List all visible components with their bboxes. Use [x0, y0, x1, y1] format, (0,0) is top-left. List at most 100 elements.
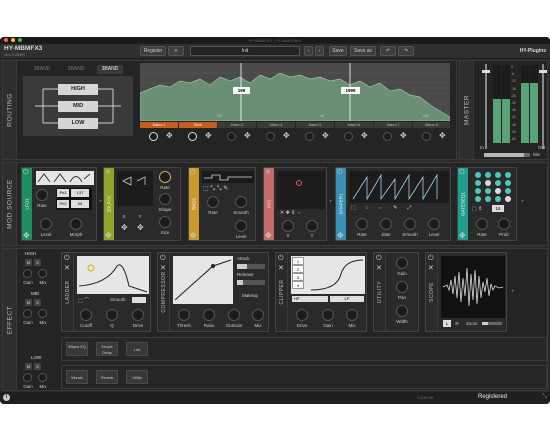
utility-pan-knob[interactable]: [396, 281, 408, 293]
shaper1-tools-icons[interactable]: ⬚↕⇔✎⤢: [351, 205, 421, 211]
macro-tab-2[interactable]: Drive: [179, 122, 217, 128]
gateseq1-grid[interactable]: [472, 171, 514, 203]
macro-knob-4[interactable]: [266, 132, 275, 141]
compressor-outgain-knob[interactable]: [228, 309, 240, 321]
gateseq1-tools-icons[interactable]: ⬚ ⇕: [472, 206, 482, 212]
high-gain-knob[interactable]: [23, 269, 32, 278]
macro-1-drag-icon[interactable]: ✥: [166, 132, 173, 140]
ladder-power-icon[interactable]: ⏻: [64, 255, 72, 263]
lfo1-ph2-value[interactable]: 55: [71, 200, 89, 208]
rnd1-power-icon[interactable]: ⏻: [190, 169, 198, 177]
clipper-drive-knob[interactable]: [296, 309, 308, 321]
gateseq1-drag-icon[interactable]: ✥: [459, 232, 466, 240]
register-button[interactable]: Register: [140, 46, 166, 56]
macro-6-drag-icon[interactable]: ✥: [361, 132, 368, 140]
xy1-pad[interactable]: [277, 171, 325, 209]
mid-mute-button[interactable]: M: [25, 299, 32, 306]
menu-button[interactable]: ≡: [168, 46, 184, 56]
clipper-gain-knob[interactable]: [322, 309, 334, 321]
low-chip-utility[interactable]: Utility: [126, 370, 148, 384]
scope-right-button[interactable]: R: [453, 320, 461, 327]
save-as-button[interactable]: Save as: [350, 46, 376, 56]
save-button[interactable]: Save: [329, 46, 347, 56]
utility-gain-knob[interactable]: [396, 257, 408, 269]
scope-zoom-slider[interactable]: [482, 322, 502, 325]
tab-3band[interactable]: 3BAND: [97, 65, 123, 74]
ladder-cutoff-knob[interactable]: [80, 309, 92, 321]
lfo1-power-icon[interactable]: ⏻: [23, 169, 31, 177]
compressor-curve-display[interactable]: [173, 256, 233, 304]
2dlfo1-drag-icon[interactable]: ✥: [105, 232, 112, 240]
ladder-close-icon[interactable]: ✕: [64, 265, 72, 273]
rnd1-mode-icons[interactable]: ⬚ ⤡ ⤡ ✎: [203, 185, 228, 193]
macro-knob-6[interactable]: [344, 132, 353, 141]
crossover-low-freq[interactable]: 199: [233, 87, 250, 94]
mid-gain-knob[interactable]: [23, 309, 32, 318]
compressor-thresh-knob[interactable]: [178, 309, 190, 321]
undo-button[interactable]: ↶: [380, 46, 396, 56]
input-fader-track[interactable]: [485, 64, 487, 149]
macro-tab-7[interactable]: Macro 7: [374, 122, 412, 128]
macro-knob-5[interactable]: [305, 132, 314, 141]
lfo1-rate-knob[interactable]: [36, 189, 48, 201]
gateseq1-rate-knob[interactable]: [476, 218, 488, 230]
macro-knob-7[interactable]: [383, 132, 392, 141]
add-mod-plus-icon-2[interactable]: +: [329, 199, 333, 205]
compressor-mix-knob[interactable]: [252, 309, 264, 321]
macro-2-drag-icon[interactable]: ✥: [205, 132, 212, 140]
lfo1-drag-icon[interactable]: ✥: [23, 232, 30, 240]
xy1-close-icon[interactable]: ✕: [265, 169, 273, 177]
2dlfo1-size-knob[interactable]: [159, 216, 171, 228]
xy1-point-icon[interactable]: [296, 180, 302, 186]
mix-slider[interactable]: [484, 153, 530, 157]
rnd1-smooth-knob[interactable]: [235, 196, 247, 208]
macro-5-drag-icon[interactable]: ✥: [322, 132, 329, 140]
low-solo-button[interactable]: S: [34, 363, 41, 370]
next-preset-button[interactable]: ›: [315, 46, 324, 56]
high-mute-button[interactable]: M: [25, 259, 32, 266]
low-mute-button[interactable]: M: [25, 363, 32, 370]
lfo1-ph1-value[interactable]: 137: [71, 189, 89, 197]
shaper1-jitter-knob[interactable]: [380, 218, 392, 230]
macro-3-drag-icon[interactable]: ✥: [244, 132, 251, 140]
prev-preset-button[interactable]: ‹: [304, 46, 313, 56]
macro-7-drag-icon[interactable]: ✥: [400, 132, 407, 140]
shaper1-display[interactable]: [349, 171, 449, 203]
2dlfo1-rate-knob[interactable]: [159, 171, 171, 183]
resize-handle-icon[interactable]: ⤡: [542, 394, 547, 401]
clipper-lp-field[interactable]: LP: [330, 296, 364, 302]
lfo1-level-knob[interactable]: [40, 218, 52, 230]
utility-power-icon[interactable]: ⏻: [376, 255, 384, 263]
mid-chip-loa[interactable]: LoA: [126, 342, 148, 356]
band-high-button[interactable]: HIGH: [58, 84, 98, 95]
gateseq1-steps[interactable]: 16: [492, 205, 504, 212]
low-chip-reverb[interactable]: Reverb: [96, 370, 118, 384]
mid-mix-knob[interactable]: [38, 309, 47, 318]
compressor-ratio-knob[interactable]: [203, 309, 215, 321]
utility-close-icon[interactable]: ✕: [376, 265, 384, 273]
macro-4-drag-icon[interactable]: ✥: [283, 132, 290, 140]
shaper1-level-knob[interactable]: [428, 218, 440, 230]
ladder-filter-display[interactable]: [77, 256, 149, 294]
macro-knob-8[interactable]: [422, 132, 431, 141]
high-solo-button[interactable]: S: [34, 259, 41, 266]
clipper-mix-knob[interactable]: [346, 309, 358, 321]
shaper1-drag-icon[interactable]: ✥: [337, 232, 344, 240]
spectrum-analyzer[interactable]: 199 1999 100 1K 10K: [140, 63, 450, 121]
2dlfo1-x-drag-icon[interactable]: ✥: [121, 224, 128, 232]
band-low-button[interactable]: LOW: [58, 118, 98, 129]
clipper-close-icon[interactable]: ✕: [278, 265, 286, 273]
add-mod-plus-icon[interactable]: +: [99, 199, 103, 205]
low-mix-knob[interactable]: [38, 373, 47, 382]
mid-solo-button[interactable]: S: [34, 299, 41, 306]
xy1-tools-icons[interactable]: ✕ ✥ ⇕ ⇔: [280, 210, 302, 216]
macro-tab-6[interactable]: Macro 6: [335, 122, 373, 128]
redo-button[interactable]: ↷: [398, 46, 414, 56]
shaper1-power-icon[interactable]: ⏻: [337, 169, 345, 177]
shaper1-smooth-knob[interactable]: [404, 218, 416, 230]
scope-close-icon[interactable]: ✕: [428, 265, 436, 273]
scope-power-icon[interactable]: ⏻: [428, 255, 436, 263]
lfo1-ph2-label[interactable]: Ph2: [57, 200, 69, 208]
output-fader-handle[interactable]: [539, 70, 547, 73]
ladder-drive-knob[interactable]: [132, 309, 144, 321]
